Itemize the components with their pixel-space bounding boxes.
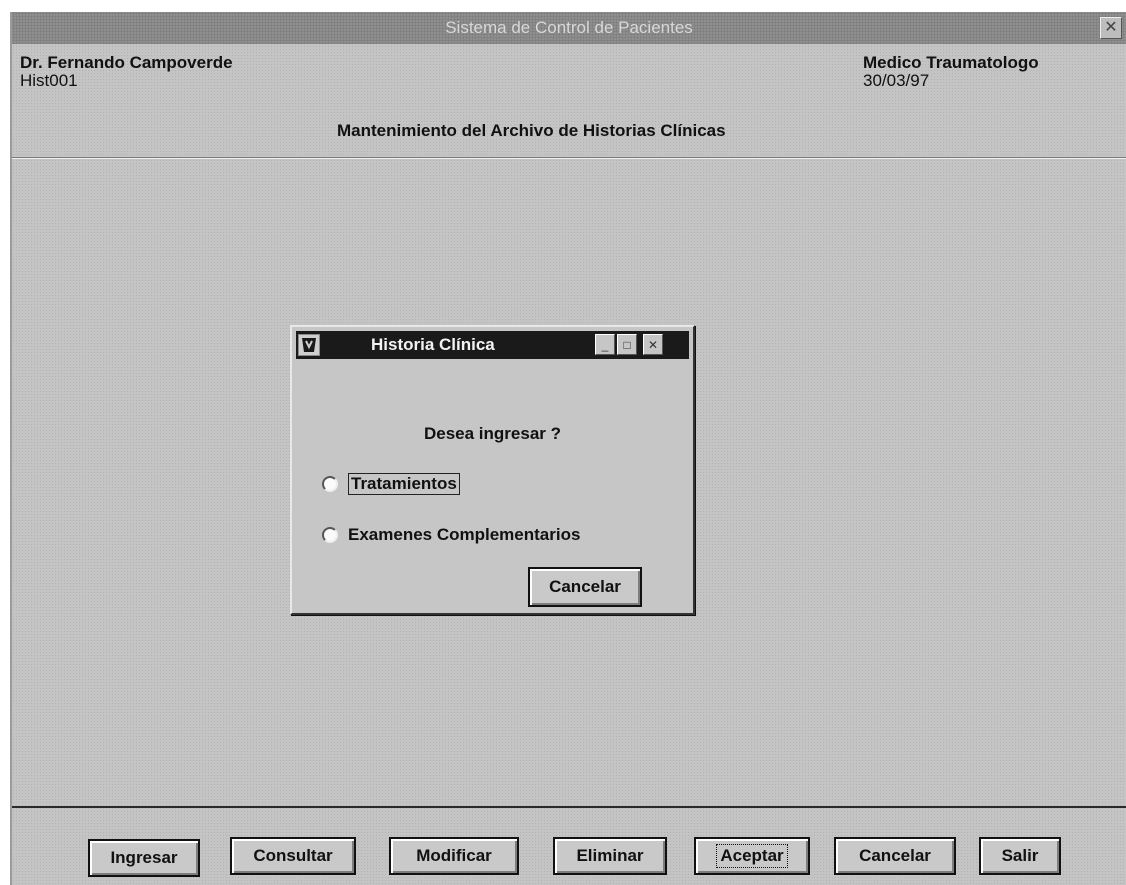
header-divider: [12, 157, 1126, 159]
option-examenes-complementarios[interactable]: Examenes Complementarios: [322, 525, 580, 545]
radio-button[interactable]: [322, 476, 338, 492]
aceptar-label: Aceptar: [716, 844, 788, 868]
close-button[interactable]: ✕: [1100, 17, 1122, 39]
window-title: Sistema de Control de Pacientes: [445, 18, 693, 37]
option-label: Examenes Complementarios: [348, 525, 581, 544]
consultar-button[interactable]: Consultar: [230, 837, 356, 875]
option-label: Tratamientos: [348, 473, 460, 495]
modificar-label: Modificar: [416, 846, 492, 865]
modificar-button[interactable]: Modificar: [389, 837, 519, 875]
dialog-cancel-label: Cancelar: [549, 577, 621, 596]
radio-button[interactable]: [322, 527, 338, 543]
consultar-label: Consultar: [253, 846, 333, 865]
maximize-button[interactable]: □: [617, 334, 637, 355]
minimize-button[interactable]: _: [595, 334, 615, 355]
cancelar-label: Cancelar: [859, 846, 931, 865]
salir-button[interactable]: Salir: [979, 837, 1061, 875]
eliminar-button[interactable]: Eliminar: [553, 837, 667, 875]
option-tratamientos[interactable]: Tratamientos: [322, 473, 460, 495]
dialog-cancel-button[interactable]: Cancelar: [528, 567, 642, 607]
cancelar-button[interactable]: Cancelar: [834, 837, 956, 875]
dialog-title: Historia Clínica: [371, 335, 495, 354]
aceptar-button[interactable]: Aceptar: [694, 837, 810, 875]
dialog-title-bar[interactable]: Historia Clínica _ □ ✕: [296, 331, 689, 359]
historia-clinica-dialog: Historia Clínica _ □ ✕ Desea ingresar ? …: [290, 325, 695, 615]
close-icon: ✕: [647, 337, 659, 352]
dialog-question: Desea ingresar ?: [423, 424, 561, 443]
specialty: Medico Traumatologo: [863, 53, 1039, 72]
date: 30/03/97: [863, 71, 930, 90]
salir-label: Salir: [1001, 846, 1039, 865]
title-bar[interactable]: Sistema de Control de Pacientes ✕: [12, 12, 1126, 44]
footer-divider: [12, 806, 1126, 808]
screen-title: Mantenimiento del Archivo de Historias C…: [337, 121, 726, 140]
app-icon[interactable]: [298, 334, 320, 356]
minimize-icon: _: [601, 337, 609, 352]
eliminar-label: Eliminar: [576, 846, 644, 865]
close-icon: ✕: [1104, 19, 1118, 36]
ingresar-label: Ingresar: [110, 848, 178, 867]
dialog-close-button[interactable]: ✕: [643, 334, 663, 355]
record-code: Hist001: [20, 71, 78, 90]
ingresar-button[interactable]: Ingresar: [88, 839, 200, 877]
doctor-name: Dr. Fernando Campoverde: [20, 53, 233, 72]
maximize-icon: □: [623, 337, 631, 352]
